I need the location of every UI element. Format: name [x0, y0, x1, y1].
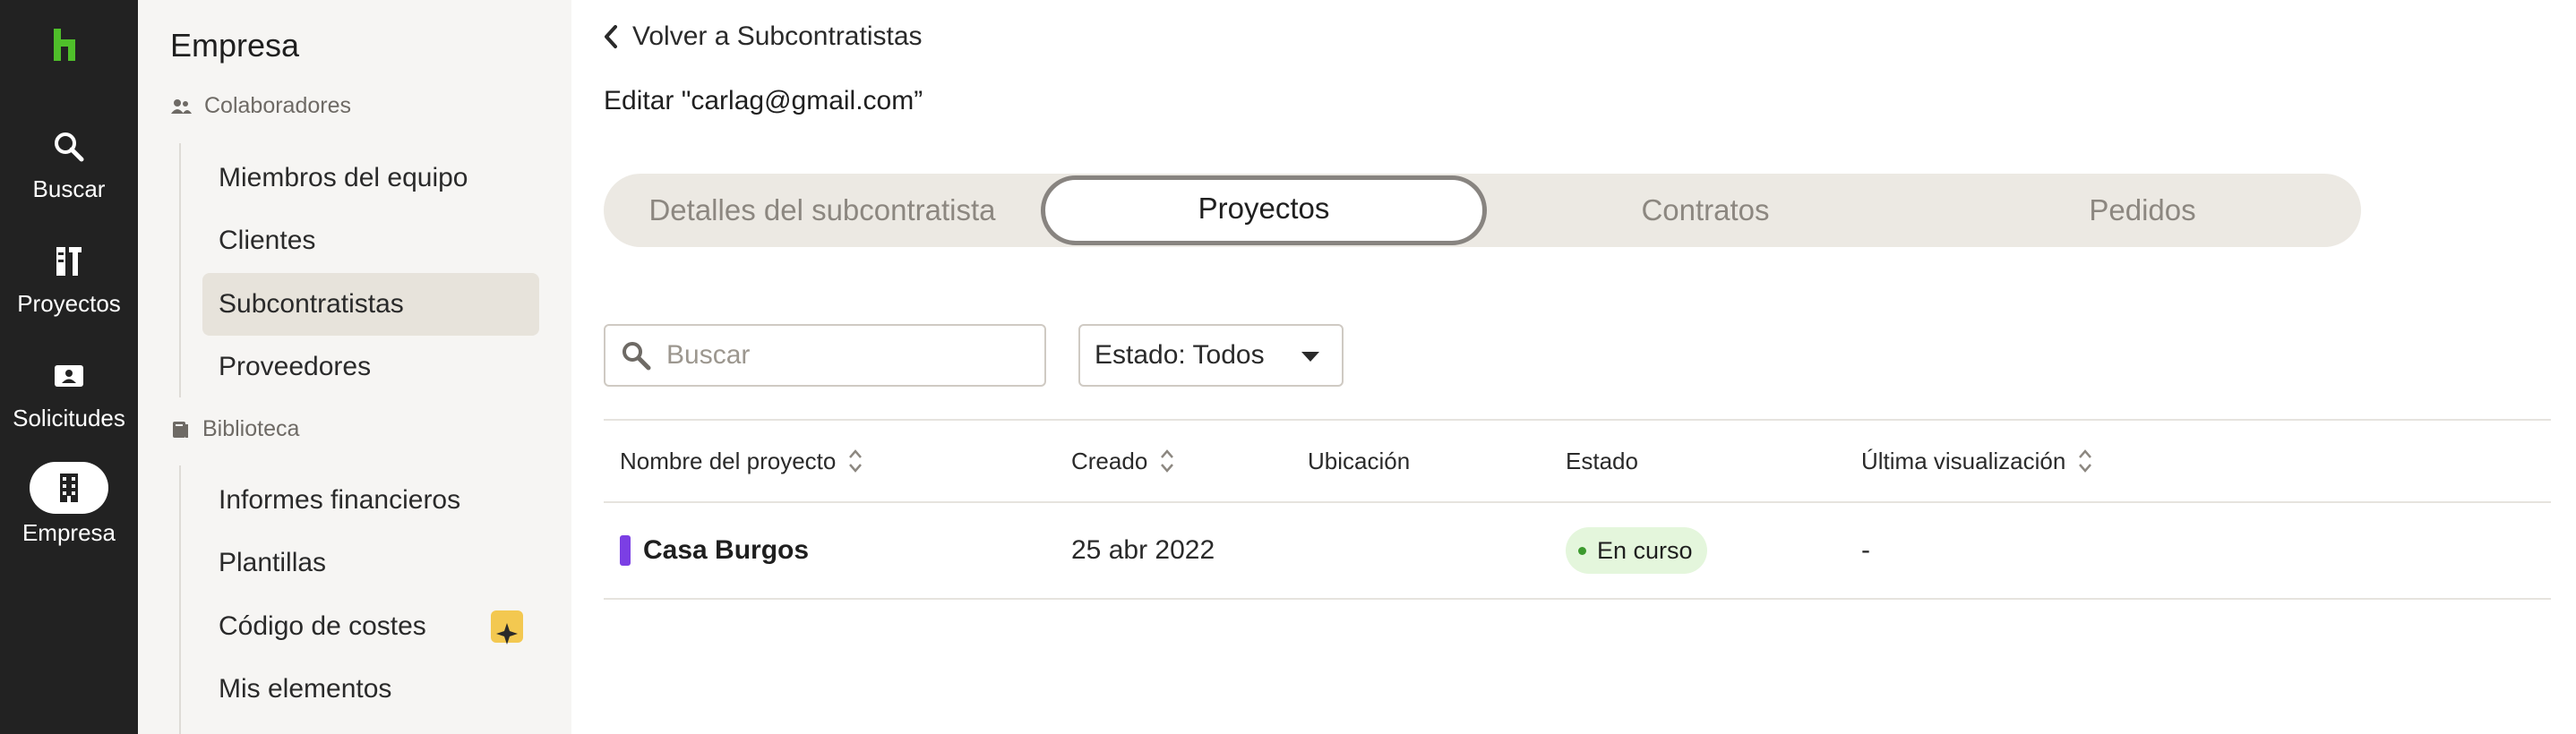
column-header-label: Ubicación	[1308, 448, 1411, 474]
caret-down-icon	[1301, 352, 1319, 362]
table-row[interactable]: Casa Burgos 25 abr 2022 En curso -	[604, 503, 2551, 600]
column-header-last-viewed[interactable]: Última visualización	[1861, 421, 2092, 501]
tab-proyectos[interactable]: Proyectos	[1041, 175, 1487, 245]
sparkle-icon	[491, 610, 523, 644]
rail-item-label: Buscar	[32, 175, 106, 202]
column-header-location: Ubicación	[1308, 421, 1410, 501]
sidebar-item-subcontratistas[interactable]: Subcontratistas	[202, 273, 539, 336]
cell-last-viewed: -	[1861, 535, 1870, 565]
projects-table: Nombre del proyecto Creado Ubicación Est…	[604, 419, 2551, 600]
rail-item-empresa[interactable]: Empresa	[0, 462, 138, 547]
column-header-label: Nombre del proyecto	[620, 448, 837, 474]
cell-created: 25 abr 2022	[1071, 535, 1215, 565]
building-icon	[60, 474, 78, 502]
search-box	[604, 324, 1046, 387]
rail-item-label: Empresa	[21, 519, 116, 546]
sidebar-item-label: Clientes	[219, 226, 316, 255]
sort-icon	[1161, 449, 1174, 473]
tab-detalles[interactable]: Detalles del subcontratista	[604, 174, 1041, 247]
company-sidebar: Empresa Colaboradores Miembros del equip…	[138, 0, 571, 734]
page-title: Editar "carlag@gmail.com”	[604, 86, 923, 115]
rail-item-proyectos[interactable]: Proyectos	[0, 240, 138, 318]
column-header-created[interactable]: Creado	[1071, 421, 1174, 501]
sidebar-item-proveedores[interactable]: Proveedores	[202, 336, 539, 398]
tab-bar: Detalles del subcontratista Proyectos Co…	[604, 174, 2361, 247]
sidebar-item-label: Plantillas	[219, 548, 327, 577]
cell-status: En curso	[1566, 503, 1707, 598]
sidebar-section-colaboradores: Colaboradores	[170, 93, 351, 119]
sidebar-item-label: Código de costes	[219, 611, 426, 641]
status-filter-label: Estado: Todos	[1095, 340, 1265, 370]
sidebar-item-label: Mis elementos	[219, 674, 392, 704]
column-header-name[interactable]: Nombre del proyecto	[620, 421, 863, 501]
status-dot-icon	[1578, 546, 1586, 555]
app-rail: Buscar Proyectos Solicitudes Empresa	[0, 0, 138, 734]
sidebar-item-mis-elementos[interactable]: Mis elementos	[202, 658, 539, 721]
sort-icon	[849, 449, 863, 473]
search-icon	[55, 132, 84, 162]
sidebar-item-miembros[interactable]: Miembros del equipo	[202, 147, 539, 209]
rail-item-label: Solicitudes	[13, 405, 125, 431]
back-link[interactable]: Volver a Subcontratistas	[604, 21, 923, 52]
table-header: Nombre del proyecto Creado Ubicación Est…	[604, 419, 2551, 503]
column-header-status: Estado	[1566, 421, 1638, 501]
book-icon	[173, 421, 188, 438]
rail-active-pill	[30, 462, 108, 514]
sidebar-item-clientes[interactable]: Clientes	[202, 209, 539, 272]
sidebar-item-label: Proveedores	[219, 352, 372, 381]
tab-pedidos[interactable]: Pedidos	[1924, 174, 2361, 247]
rail-item-buscar[interactable]: Buscar	[0, 125, 138, 203]
sidebar-section-label: Biblioteca	[202, 416, 300, 441]
status-filter-dropdown[interactable]: Estado: Todos	[1078, 324, 1344, 387]
sidebar-section-label: Colaboradores	[204, 93, 351, 118]
sidebar-item-informes[interactable]: Informes financieros	[202, 469, 539, 532]
sidebar-title: Empresa	[170, 27, 300, 64]
column-header-label: Creado	[1071, 448, 1148, 474]
search-icon	[623, 342, 651, 371]
search-input[interactable]	[665, 339, 1026, 371]
rail-item-label: Proyectos	[17, 290, 121, 317]
rail-item-solicitudes[interactable]: Solicitudes	[0, 354, 138, 432]
sidebar-section-biblioteca: Biblioteca	[170, 416, 299, 442]
status-badge-label: En curso	[1597, 536, 1693, 564]
sidebar-tree-line	[179, 465, 181, 734]
status-badge: En curso	[1566, 527, 1707, 574]
tab-contratos[interactable]: Contratos	[1487, 174, 1924, 247]
projects-icon	[56, 247, 82, 276]
column-header-label: Estado	[1566, 448, 1638, 474]
sidebar-item-plantillas[interactable]: Plantillas	[202, 532, 539, 594]
chevron-left-icon	[605, 25, 617, 48]
project-color-marker	[620, 535, 631, 566]
sidebar-tree-line	[179, 143, 181, 397]
people-icon	[171, 98, 192, 114]
sort-icon	[2079, 449, 2092, 473]
sidebar-item-label: Miembros del equipo	[219, 163, 468, 192]
back-link-label: Volver a Subcontratistas	[632, 21, 923, 51]
requests-icon	[55, 365, 83, 387]
sidebar-item-codigo-costes[interactable]: Código de costes	[202, 595, 539, 658]
sidebar-item-label: Informes financieros	[219, 485, 461, 515]
sidebar-item-label: Subcontratistas	[219, 289, 404, 319]
column-header-label: Última visualización	[1861, 448, 2066, 474]
cell-project-name[interactable]: Casa Burgos	[620, 503, 809, 598]
project-name: Casa Burgos	[643, 535, 810, 565]
brand-logo-icon[interactable]	[52, 27, 84, 63]
